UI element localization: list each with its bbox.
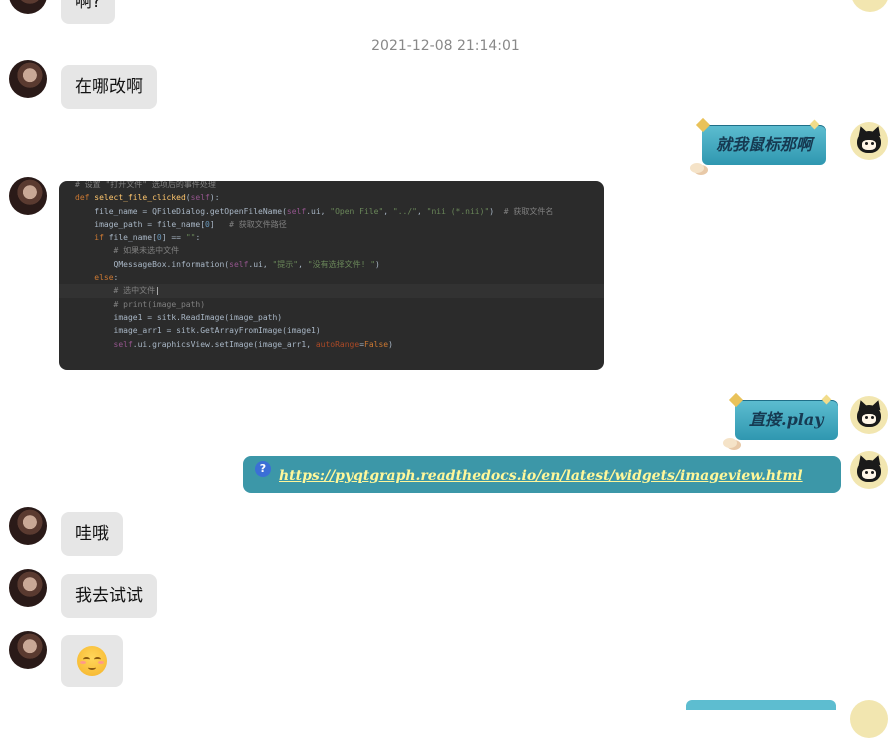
message-bubble: 在哪改啊 bbox=[61, 65, 157, 109]
message-link[interactable]: https://pyqtgraph.readthedocs.io/en/late… bbox=[257, 468, 803, 484]
code-line: self.ui.graphicsView.setImage(image_arr1… bbox=[113, 339, 393, 349]
code-line: def select_file_clicked(self): bbox=[75, 193, 220, 203]
code-line: # print(image_path) bbox=[75, 299, 206, 309]
message-text: 哇哦 bbox=[75, 524, 109, 544]
code-line: QMessageBox.information(self.ui, "提示", "… bbox=[75, 259, 380, 269]
code-line: # 选中文件| bbox=[59, 284, 604, 298]
avatar[interactable] bbox=[9, 631, 47, 669]
code-line: image_path = file_name[0] # 获取文件路径 bbox=[75, 219, 287, 229]
question-mark-icon: ? bbox=[255, 461, 271, 477]
message-text: 我去试试 bbox=[75, 586, 143, 606]
avatar[interactable] bbox=[850, 451, 888, 489]
message-bubble: 我去试试 bbox=[61, 574, 157, 618]
code-screenshot-image[interactable]: # 设置 "打开文件" 选项后的事件处理 def select_file_cli… bbox=[59, 181, 604, 370]
message-text: 在哪改啊 bbox=[75, 77, 143, 97]
avatar[interactable] bbox=[9, 177, 47, 215]
relieved-face-emoji bbox=[77, 646, 107, 676]
sticker-bubble: 直接.play bbox=[723, 392, 838, 448]
message-timestamp: 2021-12-08 21:14:01 bbox=[371, 38, 520, 54]
code-line: # 设置 "打开文件" 选项后的事件处理 bbox=[75, 181, 216, 189]
message-text: 啊? bbox=[75, 0, 102, 12]
avatar[interactable] bbox=[9, 569, 47, 607]
sticker-bubble-partial bbox=[686, 700, 836, 710]
sticker-text: 直接.play bbox=[749, 410, 824, 429]
code-line: if file_name[0] == "": bbox=[94, 233, 201, 243]
message-bubble: 啊? bbox=[61, 0, 116, 24]
avatar[interactable] bbox=[9, 60, 47, 98]
avatar[interactable] bbox=[850, 122, 888, 160]
code-line: file_name = QFileDialog.getOpenFileName(… bbox=[75, 206, 554, 216]
message-bubble: 哇哦 bbox=[61, 512, 123, 556]
sticker-bubble: 就我鼠标那啊 bbox=[690, 117, 827, 173]
avatar[interactable] bbox=[9, 507, 47, 545]
avatar[interactable] bbox=[851, 0, 889, 12]
code-line: image1 = sitk.ReadImage(image_path) bbox=[75, 312, 283, 322]
code-line: else: bbox=[94, 273, 119, 283]
code-line: # 如果未选中文件 bbox=[75, 246, 180, 256]
avatar[interactable] bbox=[850, 396, 888, 434]
emoji-bubble bbox=[61, 635, 123, 687]
sticker-text: 就我鼠标那啊 bbox=[716, 135, 813, 154]
link-bubble: ? https://pyqtgraph.readthedocs.io/en/la… bbox=[243, 456, 841, 493]
avatar[interactable] bbox=[9, 0, 47, 14]
code-line: image_arr1 = sitk.GetArrayFromImage(imag… bbox=[75, 326, 321, 336]
